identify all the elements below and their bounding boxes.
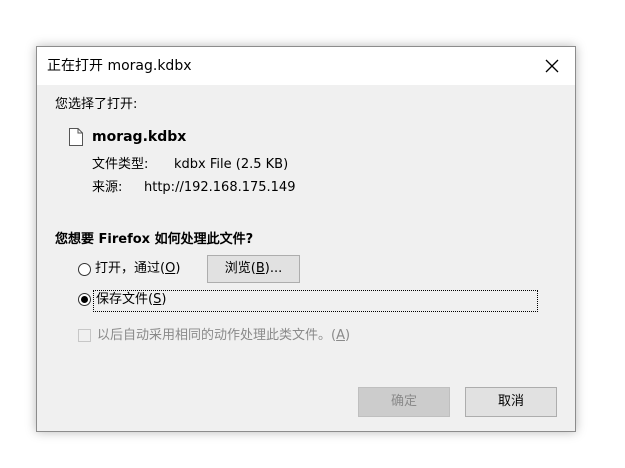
file-type-label: 文件类型: bbox=[92, 157, 149, 172]
remember-label-suffix: ) bbox=[344, 328, 351, 343]
remember-choice-label: 以后自动采用相同的动作处理此类文件。(A) bbox=[97, 328, 350, 344]
open-with-label-text: 打开，通过( bbox=[95, 261, 166, 276]
save-file-label-text: 保存文件( bbox=[96, 292, 154, 307]
intro-label: 您选择了打开: bbox=[55, 97, 138, 112]
open-file-dialog: 正在打开 morag.kdbx 您选择了打开: morag.kdbx 文件类型:… bbox=[36, 46, 576, 432]
source-value: http://192.168.175.149 bbox=[144, 180, 296, 195]
browse-button[interactable]: 浏览(B)... bbox=[207, 255, 300, 283]
browse-accel-key: B bbox=[255, 261, 265, 276]
cancel-button[interactable]: 取消 bbox=[465, 387, 557, 417]
source-label: 来源: bbox=[92, 180, 123, 195]
action-question: 您想要 Firefox 如何处理此文件? bbox=[55, 232, 254, 247]
document-icon bbox=[69, 128, 83, 146]
browse-label: 浏览( bbox=[224, 261, 256, 276]
browse-label-suffix: )... bbox=[264, 261, 283, 276]
save-file-radio[interactable] bbox=[78, 293, 91, 306]
open-with-accel-key: O bbox=[165, 261, 176, 276]
remember-label-text: 以后自动采用相同的动作处理此类文件。( bbox=[97, 328, 337, 343]
dialog-title: 正在打开 morag.kdbx bbox=[47, 58, 192, 74]
open-with-radio[interactable] bbox=[78, 263, 91, 276]
save-file-label[interactable]: 保存文件(S) bbox=[96, 292, 166, 308]
open-with-label[interactable]: 打开，通过(O) bbox=[95, 261, 180, 277]
file-type-value: kdbx File (2.5 KB) bbox=[174, 157, 289, 172]
remember-choice-checkbox[interactable] bbox=[78, 329, 91, 342]
file-name: morag.kdbx bbox=[92, 129, 187, 145]
open-with-label-suffix: ) bbox=[175, 261, 181, 276]
ok-button[interactable]: 确定 bbox=[358, 387, 450, 417]
remember-accel-key: A bbox=[336, 328, 345, 343]
save-file-label-suffix: ) bbox=[161, 292, 167, 307]
close-button[interactable] bbox=[529, 47, 575, 85]
close-icon bbox=[545, 59, 559, 73]
dialog-titlebar[interactable]: 正在打开 morag.kdbx bbox=[37, 47, 575, 85]
